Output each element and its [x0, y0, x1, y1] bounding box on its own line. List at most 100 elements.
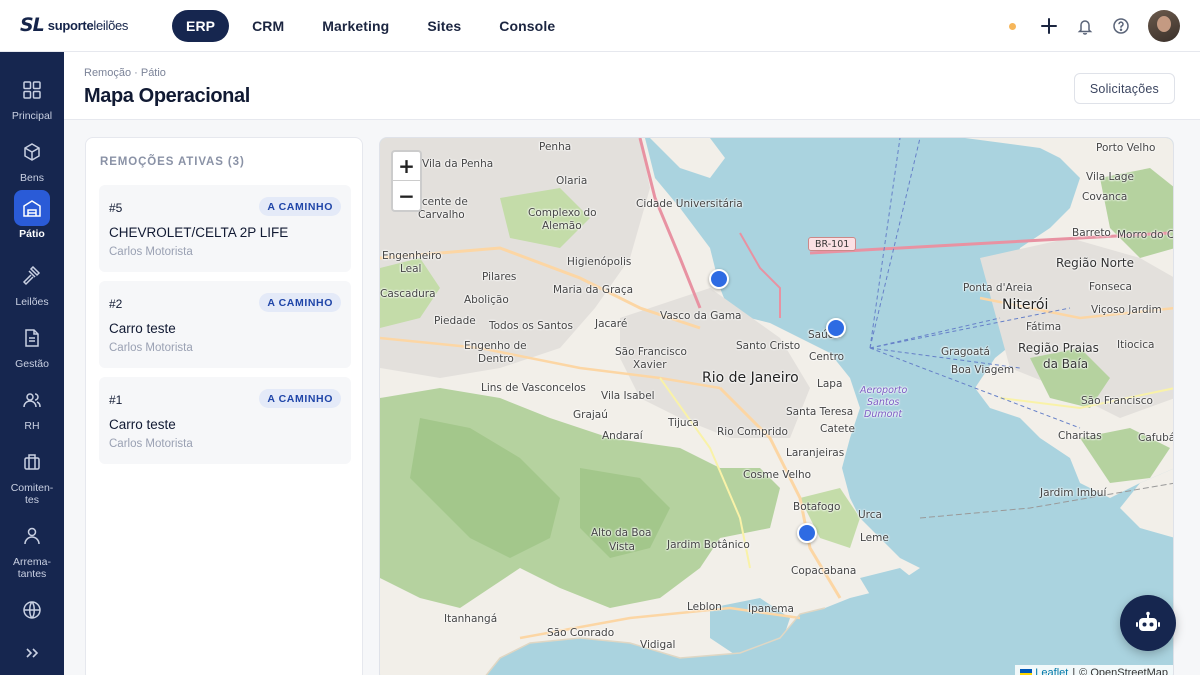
vehicle-marker[interactable] [826, 318, 846, 338]
map-label: São Francisco [1081, 395, 1153, 407]
map-label: Rio de Janeiro [702, 370, 799, 386]
sidebar: Principal Bens Pátio Leilões Gestão RH C… [0, 52, 64, 675]
map-label: Piedade [434, 315, 476, 327]
removal-card[interactable]: #2 A CAMINHO Carro teste Carlos Motorist… [99, 281, 351, 368]
map-label: Vila Lage [1086, 171, 1134, 183]
page-title: Mapa Operacional [84, 85, 250, 107]
requests-button[interactable]: Solicitações [1073, 73, 1175, 104]
map-label: Covanca [1082, 191, 1128, 203]
map-label: Abolição [464, 294, 509, 306]
driver-name: Carlos Motorista [109, 438, 193, 450]
map-tiles [380, 138, 1173, 675]
sidebar-item-principal[interactable]: Principal [0, 72, 64, 122]
sidebar-item-gestao[interactable]: Gestão [0, 320, 64, 370]
map-label: Jardim Botânico [667, 539, 750, 551]
map-label: Charitas [1058, 430, 1102, 442]
map-label: Vila Isabel [601, 390, 655, 402]
logo-text: suporteleilões [47, 17, 129, 33]
map-label: Cosme Velho [743, 469, 812, 481]
map-label: Ipanema [748, 603, 794, 615]
sidebar-label: Bens [20, 172, 44, 184]
vehicle-name: Carro teste [109, 321, 176, 336]
status-dot [1009, 22, 1016, 30]
help-icon[interactable] [1112, 17, 1130, 35]
map-label: Pilares [482, 271, 517, 283]
road-shield-br101: BR-101 [808, 237, 857, 251]
vehicle-marker[interactable] [797, 523, 817, 543]
document-icon [14, 320, 50, 356]
nav-crm[interactable]: CRM [237, 10, 299, 42]
sidebar-item-sites[interactable] [0, 592, 64, 628]
sidebar-item-leiloes[interactable]: Leilões [0, 258, 64, 308]
gavel-icon [14, 258, 50, 294]
plus-icon[interactable] [1040, 17, 1058, 35]
map-label: Maria da Graça [553, 284, 634, 296]
zoom-in-button[interactable]: + [393, 152, 420, 181]
map-label: Dentro [478, 353, 514, 365]
removal-id: #2 [109, 297, 123, 311]
sidebar-item-rh[interactable]: RH [0, 382, 64, 432]
map-label: Tijuca [668, 417, 699, 429]
map-label: Urca [858, 509, 882, 521]
sidebar-label: Principal [11, 110, 53, 122]
sidebar-item-bens[interactable]: Bens [0, 134, 64, 184]
map-label: Boa Viagem [951, 364, 1015, 376]
nav-erp[interactable]: ERP [172, 10, 230, 42]
nav-marketing[interactable]: Marketing [307, 10, 404, 42]
map-label: Olaria [556, 175, 588, 187]
status-badge: A CAMINHO [259, 293, 341, 312]
sidebar-label: Pátio [19, 228, 45, 240]
removal-id: #1 [109, 393, 123, 407]
vehicle-marker[interactable] [709, 269, 729, 289]
map-label: Laranjeiras [786, 447, 845, 459]
map-label: Cafubá [1138, 432, 1174, 444]
map-label: Itiocica [1117, 339, 1155, 351]
globe-icon [14, 592, 50, 628]
top-nav: ERP CRM Marketing Sites Console [172, 10, 578, 42]
zoom-control: + − [391, 150, 422, 212]
zoom-out-button[interactable]: − [393, 181, 420, 210]
sidebar-label: RH [24, 420, 40, 432]
map-label: Andaraí [602, 430, 643, 442]
map-label: Aeroporto [860, 385, 908, 396]
driver-name: Carlos Motorista [109, 246, 193, 258]
box-icon [14, 134, 50, 170]
sidebar-item-patio[interactable]: Pátio [0, 190, 64, 240]
operational-map[interactable]: BR-101 Vila da Penha Penha Porto Velho O… [379, 137, 1174, 675]
map-label: da Baía [1043, 357, 1089, 371]
map-label: Fonseca [1089, 281, 1132, 293]
bell-icon[interactable] [1076, 17, 1094, 35]
map-label: Higienópolis [567, 256, 632, 268]
brand-logo[interactable]: SL suporteleilões [20, 14, 128, 36]
assistant-button[interactable] [1120, 595, 1176, 651]
sidebar-item-comitentes[interactable]: Comiten- tes [0, 444, 64, 506]
map-label: Xavier [633, 359, 667, 371]
removal-card[interactable]: #1 A CAMINHO Carro teste Carlos Motorist… [99, 377, 351, 464]
removal-card[interactable]: #5 A CAMINHO CHEVROLET/CELTA 2P LIFE Car… [99, 185, 351, 272]
map-label: Dumont [864, 409, 903, 420]
map-label: Botafogo [793, 501, 841, 513]
sidebar-item-arrematantes[interactable]: Arrema- tantes [0, 518, 64, 580]
map-label: Alto da Boa [591, 527, 652, 539]
leaflet-link[interactable]: Leaflet [1035, 667, 1068, 675]
map-label: São Francisco [615, 346, 687, 358]
osm-link[interactable]: © OpenStreetMap [1079, 667, 1168, 675]
nav-sites[interactable]: Sites [412, 10, 476, 42]
top-bar: SL suporteleilões ERP CRM Marketing Site… [0, 0, 1200, 52]
map-label: Rio Comprido [717, 426, 788, 438]
map-label: Vista [609, 541, 635, 553]
avatar[interactable] [1148, 10, 1180, 42]
map-label: Barreto [1072, 227, 1111, 239]
status-badge: A CAMINHO [259, 197, 341, 216]
sidebar-label: Gestão [15, 358, 49, 370]
map-label: Morro do Cr [1117, 229, 1174, 241]
map-label: Grajaú [573, 409, 608, 421]
status-badge: A CAMINHO [259, 389, 341, 408]
map-label: Itanhangá [444, 613, 498, 625]
map-label: Engenho de [464, 340, 527, 352]
map-label: Gragoatá [941, 346, 990, 358]
sidebar-collapse-icon[interactable] [22, 643, 42, 663]
active-removals-panel: REMOÇÕES ATIVAS (3) #5 A CAMINHO CHEVROL… [85, 137, 363, 675]
map-label: Copacabana [791, 565, 857, 577]
nav-console[interactable]: Console [484, 10, 570, 42]
